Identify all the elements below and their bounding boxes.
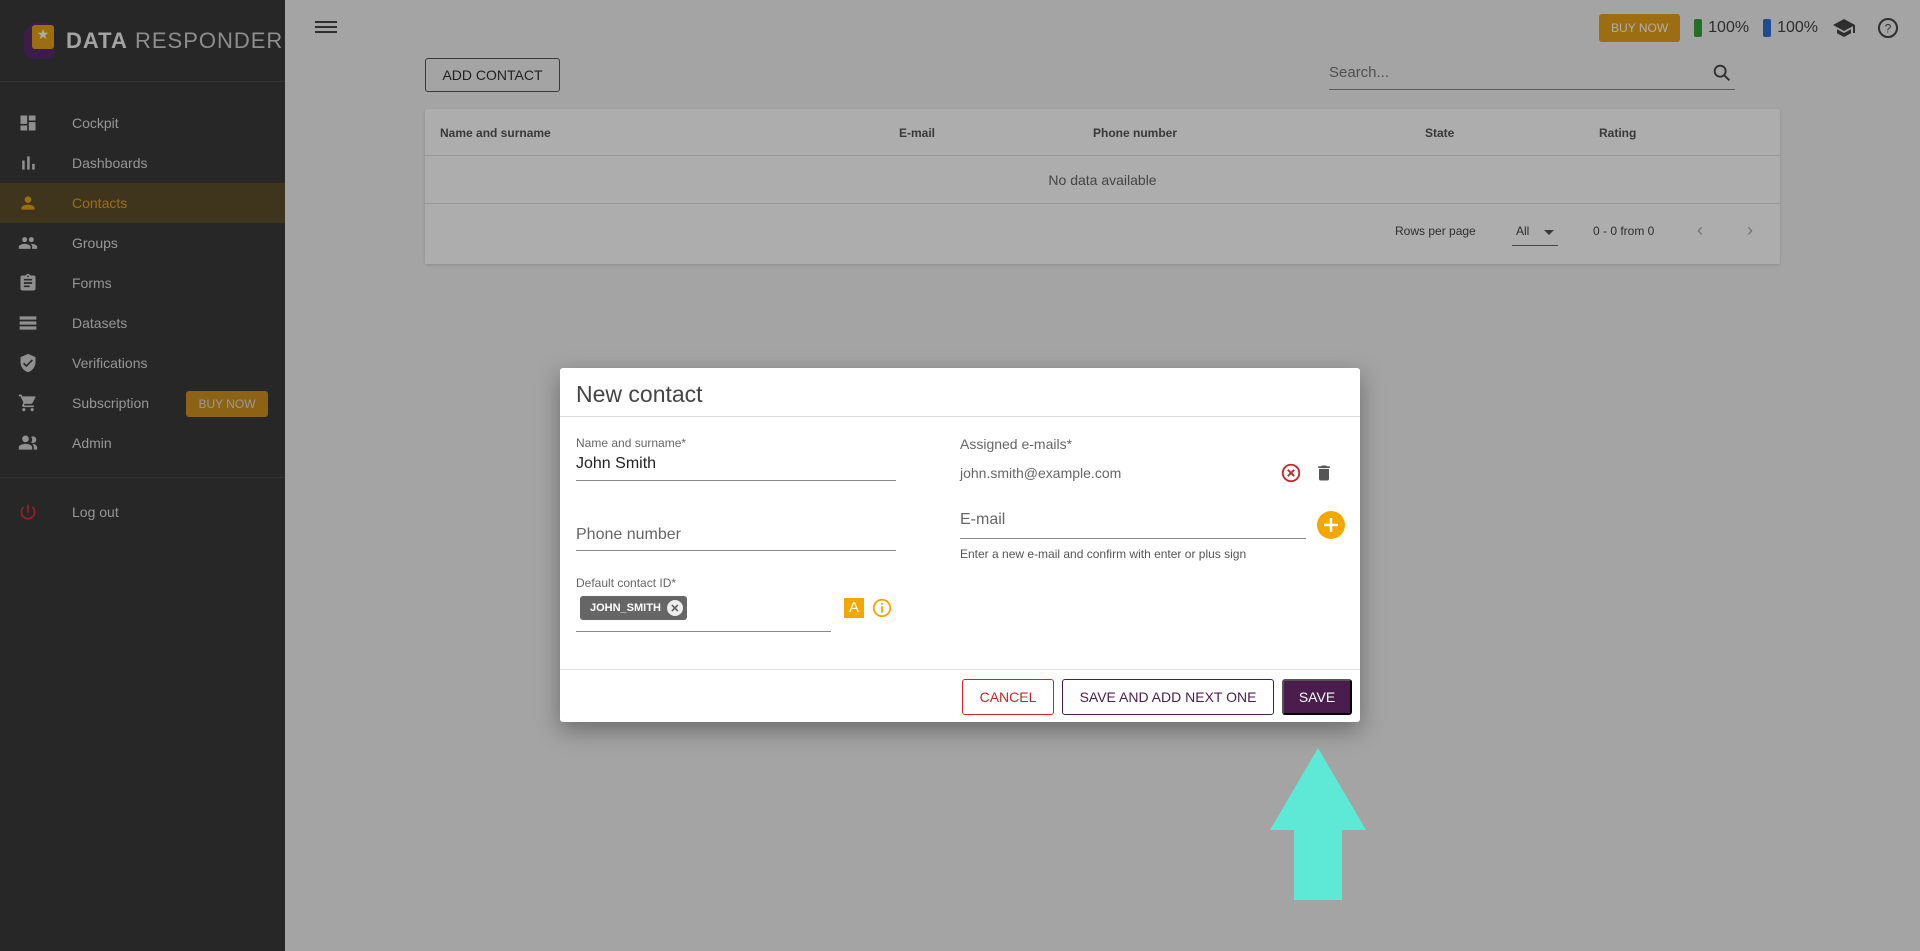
remove-circle-icon[interactable] (1280, 462, 1302, 484)
email-input-field[interactable]: E-mail (960, 511, 1306, 539)
name-value: John Smith (576, 455, 657, 472)
trash-icon[interactable] (1314, 462, 1334, 484)
contact-id-chip[interactable]: JOHN_SMITH ✕ (580, 596, 687, 620)
chip-label: JOHN_SMITH (590, 602, 661, 614)
contact-id-label: Default contact ID* (576, 576, 677, 590)
name-field[interactable]: Name and surname* John Smith (576, 436, 896, 481)
assigned-emails-label: Assigned e-mails* (960, 436, 1072, 452)
name-label: Name and surname* (576, 436, 687, 450)
new-contact-dialog: New contact Name and surname* John Smith… (560, 368, 1360, 722)
cancel-button[interactable]: CANCEL (962, 679, 1054, 715)
add-email-plus-icon[interactable] (1317, 511, 1345, 539)
save-and-add-next-button[interactable]: SAVE AND ADD NEXT ONE (1062, 679, 1274, 715)
assigned-email-value: john.smith@example.com (960, 465, 1122, 481)
dialog-actions: CANCEL SAVE AND ADD NEXT ONE SAVE (560, 669, 1360, 722)
auto-id-icon[interactable]: A (844, 598, 864, 618)
email-placeholder: E-mail (960, 511, 1006, 528)
save-button[interactable]: SAVE (1282, 679, 1352, 715)
info-icon[interactable] (871, 597, 893, 619)
phone-field[interactable]: Phone number (576, 526, 896, 551)
dialog-title: New contact (560, 368, 1360, 417)
arrow-up-icon (1270, 748, 1366, 900)
chip-remove-icon[interactable]: ✕ (666, 600, 683, 616)
contact-id-field[interactable]: Default contact ID* JOHN_SMITH ✕ (576, 576, 831, 632)
phone-placeholder: Phone number (576, 526, 681, 543)
assigned-emails-label-text: Assigned e-mails* (960, 436, 1073, 452)
email-hint: Enter a new e-mail and confirm with ente… (960, 547, 1247, 561)
